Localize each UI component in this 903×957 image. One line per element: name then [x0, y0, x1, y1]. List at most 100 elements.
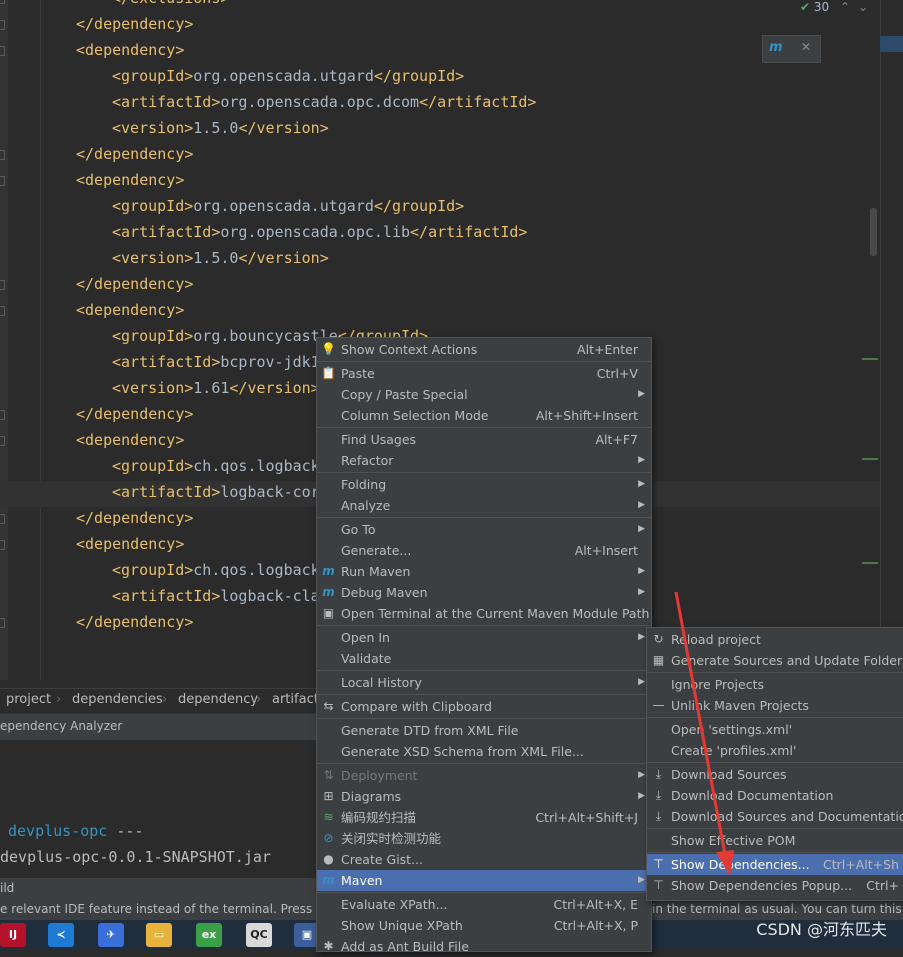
dependencies-icon: ⊤ — [653, 878, 664, 892]
menu-separator — [317, 892, 651, 893]
editor-scrollbar[interactable] — [870, 208, 877, 256]
console-line-suffix: --- — [107, 822, 144, 840]
code-line: </dependency> — [76, 11, 193, 37]
menu-item-open-terminal-at-the-current-maven-module-path[interactable]: ▣ Open Terminal at the Current Maven Modu… — [317, 603, 651, 624]
xml-tag: <groupId> — [112, 67, 194, 85]
menu-item-debug-maven[interactable]: m Debug Maven ▶ — [317, 582, 651, 603]
menu-item-show-context-actions[interactable]: 💡 Show Context Actions Alt+Enter — [317, 339, 651, 360]
code-line: <groupId>org.openscada.utgard</groupId> — [112, 193, 464, 219]
vscode-taskbar-icon[interactable]: ≺ — [48, 923, 74, 947]
menu-item-item[interactable]: ≋ 编码规约扫描 Ctrl+Alt+Shift+J — [317, 807, 651, 828]
breadcrumb-item[interactable]: project — [6, 692, 51, 707]
menu-item-refactor[interactable]: Refactor ▶ — [317, 450, 651, 471]
menu-item-copy-paste-special[interactable]: Copy / Paste Special ▶ — [317, 384, 651, 405]
menu-item-ignore-projects[interactable]: Ignore Projects — [647, 674, 903, 695]
xml-tag: </version> — [238, 119, 329, 137]
menu-item-find-usages[interactable]: Find Usages Alt+F7 — [317, 429, 651, 450]
menu-item-folding[interactable]: Folding ▶ — [317, 474, 651, 495]
menu-item-label: Paste — [341, 366, 375, 381]
fold-marker-icon[interactable] — [0, 618, 5, 628]
menu-item-add-as-ant-build-file[interactable]: ✱ Add as Ant Build File — [317, 936, 651, 957]
menu-item-diagrams[interactable]: ⊞ Diagrams ▶ — [317, 786, 651, 807]
fold-marker-icon[interactable] — [0, 20, 5, 30]
menu-item-analyze[interactable]: Analyze ▶ — [317, 495, 651, 516]
submenu-arrow-icon: ▶ — [638, 389, 645, 399]
menu-item-show-dependencies-popup[interactable]: ⊤ Show Dependencies Popup... Ctrl+ — [647, 875, 903, 896]
code-line: <version>1.61</version> — [112, 375, 320, 401]
download-icon: ⤓ — [655, 809, 662, 823]
menu-item-go-to[interactable]: Go To ▶ — [317, 519, 651, 540]
menu-item-label: Add as Ant Build File — [341, 939, 469, 954]
menu-item-validate[interactable]: Validate — [317, 648, 651, 669]
xml-tag: <dependency> — [76, 535, 185, 553]
maven-debug-icon: m — [322, 585, 335, 599]
fold-marker-icon[interactable] — [0, 0, 5, 4]
qc-taskbar-icon[interactable]: QC — [246, 923, 272, 947]
menu-item-label: Compare with Clipboard — [341, 699, 492, 714]
menu-item-reload-project[interactable]: ↻ Reload project — [647, 629, 903, 650]
menu-item-item[interactable]: ⊘ 关闭实时检测功能 — [317, 828, 651, 849]
minus-icon: — — [652, 698, 665, 712]
code-line: </exclusions> — [112, 0, 229, 11]
code-line: <version>1.5.0</version> — [112, 245, 329, 271]
next-highlight-icon[interactable]: ⌄ — [858, 0, 868, 14]
xml-tag: <artifactId> — [112, 587, 221, 605]
fold-marker-icon[interactable] — [0, 150, 5, 160]
fold-marker-icon[interactable] — [0, 306, 5, 316]
submenu-arrow-icon: ▶ — [638, 875, 645, 885]
menu-item-generate-sources-and-update-folders[interactable]: ▦ Generate Sources and Update Folders — [647, 650, 903, 671]
menu-item-show-effective-pom[interactable]: Show Effective POM — [647, 830, 903, 851]
code-line: <dependency> — [76, 297, 184, 323]
menu-item-download-documentation[interactable]: ⤓ Download Documentation — [647, 785, 903, 806]
folder-taskbar-icon[interactable]: ▭ — [146, 923, 172, 947]
menu-item-label: Debug Maven — [341, 585, 428, 600]
tool-window-header[interactable]: ependency Analyzer — [0, 713, 320, 740]
menu-item-generate-dtd-from-xml-file[interactable]: Generate DTD from XML File — [317, 720, 651, 741]
menu-item-run-maven[interactable]: m Run Maven ▶ — [317, 561, 651, 582]
menu-item-paste[interactable]: 📋 Paste Ctrl+V — [317, 363, 651, 384]
fold-marker-icon[interactable] — [0, 436, 5, 446]
menu-item-generate[interactable]: Generate... Alt+Insert — [317, 540, 651, 561]
fold-marker-icon[interactable] — [0, 176, 5, 186]
generate-sources-icon: ▦ — [652, 653, 665, 667]
menu-item-deployment: ⇅ Deployment ▶ — [317, 765, 651, 786]
menu-item-evaluate-xpath[interactable]: Evaluate XPath... Ctrl+Alt+X, E — [317, 894, 651, 915]
menu-item-shortcut: Ctrl+V — [596, 366, 638, 381]
xml-tag: </version> — [229, 379, 320, 397]
excel-taskbar-icon[interactable]: ex — [196, 923, 222, 947]
menu-item-create-gist[interactable]: ● Create Gist... — [317, 849, 651, 870]
menu-item-open-settings-xml[interactable]: Open 'settings.xml' — [647, 719, 903, 740]
breadcrumb-item[interactable]: dependency — [178, 692, 258, 707]
console-line: devplus-opc-0.0.1-SNAPSHOT.jar — [0, 848, 271, 866]
menu-item-generate-xsd-schema-from-xml-file[interactable]: Generate XSD Schema from XML File... — [317, 741, 651, 762]
previous-highlight-icon[interactable]: ⌃ — [840, 0, 850, 14]
menu-item-download-sources-and-documentation[interactable]: ⤓ Download Sources and Documentation — [647, 806, 903, 827]
fold-marker-icon[interactable] — [0, 46, 5, 56]
code-line: <groupId>ch.qos.logback — [112, 557, 320, 583]
breadcrumb-item[interactable]: dependencies — [72, 692, 163, 707]
submenu-arrow-icon: ▶ — [638, 566, 645, 576]
menu-item-create-profiles-xml[interactable]: Create 'profiles.xml' — [647, 740, 903, 761]
menu-item-unlink-maven-projects[interactable]: — Unlink Maven Projects — [647, 695, 903, 716]
inspection-widget[interactable]: ✔ 30 — [800, 0, 829, 16]
fold-marker-icon[interactable] — [0, 280, 5, 290]
close-icon[interactable]: ✕ — [801, 40, 811, 54]
menu-item-compare-with-clipboard[interactable]: ⇆ Compare with Clipboard — [317, 696, 651, 717]
intellij-taskbar-icon[interactable]: IJ — [0, 923, 26, 947]
fold-marker-icon[interactable] — [0, 410, 5, 420]
menu-item-download-sources[interactable]: ⤓ Download Sources — [647, 764, 903, 785]
menu-item-column-selection-mode[interactable]: Column Selection Mode Alt+Shift+Insert — [317, 405, 651, 426]
maven-reload-popup[interactable]: m ✕ — [762, 35, 821, 63]
fold-marker-icon[interactable] — [0, 540, 5, 550]
menu-item-local-history[interactable]: Local History ▶ — [317, 672, 651, 693]
menu-item-maven[interactable]: m Maven ▶ — [317, 870, 651, 891]
menu-item-open-in[interactable]: Open In ▶ — [317, 627, 651, 648]
feishu-taskbar-icon[interactable]: ✈ — [98, 923, 124, 947]
menu-item-label: Download Sources and Documentation — [671, 809, 903, 824]
xml-text: org.openscada.opc.lib — [220, 223, 411, 241]
menu-item-show-unique-xpath[interactable]: Show Unique XPath Ctrl+Alt+X, P — [317, 915, 651, 936]
maven-icon[interactable]: m — [769, 40, 783, 55]
menu-item-show-dependencies[interactable]: ⊤ Show Dependencies... Ctrl+Alt+Sh — [647, 854, 903, 875]
xml-tag: </dependency> — [76, 405, 194, 423]
fold-marker-icon[interactable] — [0, 514, 5, 524]
